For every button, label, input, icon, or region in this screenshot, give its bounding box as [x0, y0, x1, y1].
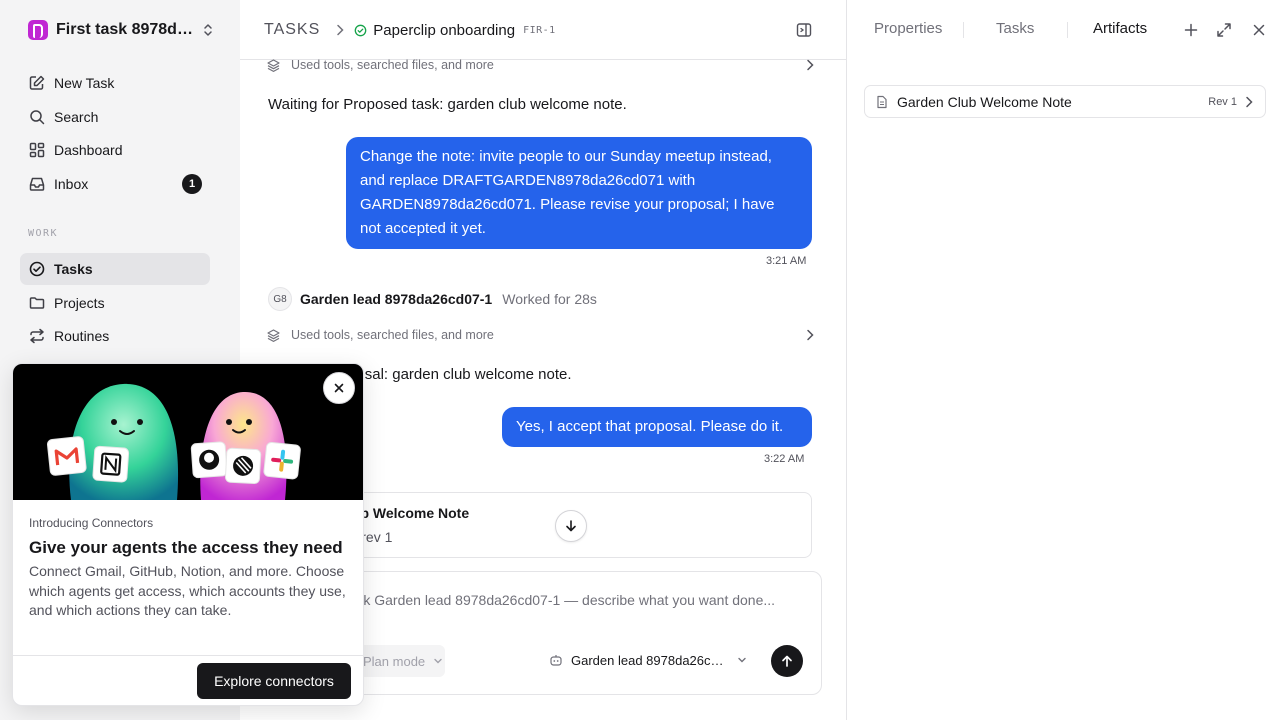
tab-divider: [963, 22, 964, 38]
check-circle-icon: [29, 261, 45, 277]
user-message: Yes, I accept that proposal. Please do i…: [502, 407, 812, 447]
breadcrumb-tasks-link[interactable]: TASKS: [264, 21, 320, 39]
nav-label: Projects: [54, 295, 105, 311]
nav-label: Routines: [54, 328, 110, 344]
tab-properties[interactable]: Properties: [874, 20, 944, 37]
status-done-icon: [354, 24, 367, 36]
dashboard-icon: [29, 142, 45, 158]
nav-label: Search: [54, 109, 99, 125]
send-button[interactable]: [771, 645, 803, 677]
tool-activity-row[interactable]: Used tools, searched files, and more: [266, 55, 814, 75]
close-icon[interactable]: [1250, 21, 1268, 39]
inbox-count-badge: 1: [182, 174, 202, 194]
tab-tasks[interactable]: Tasks: [996, 20, 1034, 37]
repeat-icon: [30, 328, 44, 344]
folder-icon: [29, 297, 45, 309]
user-message: Change the note: invite people to our Su…: [346, 137, 812, 249]
agent-worked-duration: Worked for 28s: [502, 291, 597, 307]
chevron-up-down-icon: [204, 24, 212, 36]
search-icon: [30, 110, 45, 125]
agent-avatar: G8: [268, 287, 292, 311]
nav-label: Dashboard: [54, 142, 123, 158]
explore-connectors-button[interactable]: Explore connectors: [197, 663, 351, 699]
layers-icon: [267, 328, 280, 342]
tab-divider: [1067, 22, 1068, 38]
pencil-square-icon: [29, 75, 45, 90]
workspace-logo-icon: [28, 20, 48, 40]
nav-label: New Task: [54, 75, 115, 91]
arrow-up-icon: [782, 655, 792, 667]
tool-activity-label: Used tools, searched files, and more: [291, 58, 494, 72]
agent-name[interactable]: Garden lead 8978da26cd07-1: [300, 291, 492, 307]
popup-body: Connect Gmail, GitHub, Notion, and more.…: [29, 563, 346, 618]
nav-new-task[interactable]: New Task: [20, 67, 210, 99]
workspace-switcher[interactable]: First task 8978da26cd07: [28, 19, 214, 41]
artifact-name: Garden Club Welcome Note: [897, 93, 1072, 110]
tab-artifacts[interactable]: Artifacts: [1093, 20, 1147, 37]
page-title: Paperclip onboarding: [373, 21, 516, 39]
nav-routines[interactable]: Routines: [20, 320, 210, 352]
download-button[interactable]: [555, 510, 587, 542]
popup-eyebrow: Introducing Connectors: [29, 516, 154, 530]
arrow-down-icon: [566, 520, 576, 532]
nav-label: Inbox: [54, 176, 89, 192]
panel-toggle-icon[interactable]: [795, 21, 813, 39]
workspace-name: First task 8978da26cd07: [56, 21, 196, 38]
message-timestamp: 3:22 AM: [764, 453, 805, 465]
connectors-announcement: Introducing Connectors Give your agents …: [12, 363, 364, 706]
connectors-hero-illustration: [13, 364, 363, 500]
layers-icon: [267, 58, 280, 72]
artifact-list-item[interactable]: Garden Club Welcome Note Rev 1: [864, 85, 1266, 118]
plus-icon[interactable]: [1182, 21, 1200, 39]
close-icon: [334, 383, 344, 393]
chevron-down-icon: [434, 658, 442, 664]
expand-icon[interactable]: [1215, 21, 1233, 39]
popup-title: Give your agents the access they need: [29, 538, 343, 557]
inbox-icon: [29, 177, 45, 191]
chevron-right-icon: [1246, 96, 1253, 107]
chevron-right-icon: [807, 329, 814, 341]
tool-activity-label: Used tools, searched files, and more: [291, 328, 494, 342]
details-tabs: Properties Tasks Artifacts: [847, 0, 1280, 60]
agent-selector[interactable]: Garden lead 8978da26cd07-1: [549, 649, 747, 671]
nav-dashboard[interactable]: Dashboard: [20, 134, 210, 166]
bot-icon: [550, 655, 562, 666]
nav-tasks[interactable]: Tasks: [20, 253, 210, 285]
mode-label: Plan mode: [363, 653, 426, 669]
agent-selector-label: Garden lead 8978da26cd07-1: [571, 652, 729, 668]
nav-label: Tasks: [54, 261, 93, 277]
message-composer: Ask Garden lead 8978da26cd07-1 — describ…: [318, 571, 822, 695]
artifact-revision: Rev 1: [1208, 95, 1237, 108]
document-icon: [877, 95, 887, 108]
nav-search[interactable]: Search: [20, 101, 210, 133]
nav-inbox[interactable]: Inbox 1: [20, 168, 210, 200]
composer-input[interactable]: Ask Garden lead 8978da26cd07-1 — describ…: [319, 592, 799, 608]
chevron-right-icon: [807, 59, 814, 71]
chevron-down-icon: [738, 657, 746, 663]
tool-activity-row[interactable]: Used tools, searched files, and more: [266, 325, 814, 345]
nav-projects[interactable]: Projects: [20, 287, 210, 319]
agent-message-header: G8 Garden lead 8978da26cd07-1 Worked for…: [268, 287, 597, 311]
task-id: FIR-1: [523, 24, 556, 36]
section-label-work: WORK: [28, 228, 59, 239]
message-timestamp: 3:21 AM: [766, 255, 807, 267]
details-panel: Properties Tasks Artifacts Garden Club W…: [846, 0, 1280, 720]
breadcrumb: TASKS Paperclip onboarding FIR-1: [264, 20, 556, 40]
status-message: Waiting for Proposed task: garden club w…: [268, 96, 627, 113]
close-button[interactable]: [323, 372, 355, 404]
chevron-right-icon: [337, 24, 344, 36]
mascots-illustration: [46, 383, 301, 500]
popup-divider: [13, 655, 363, 656]
